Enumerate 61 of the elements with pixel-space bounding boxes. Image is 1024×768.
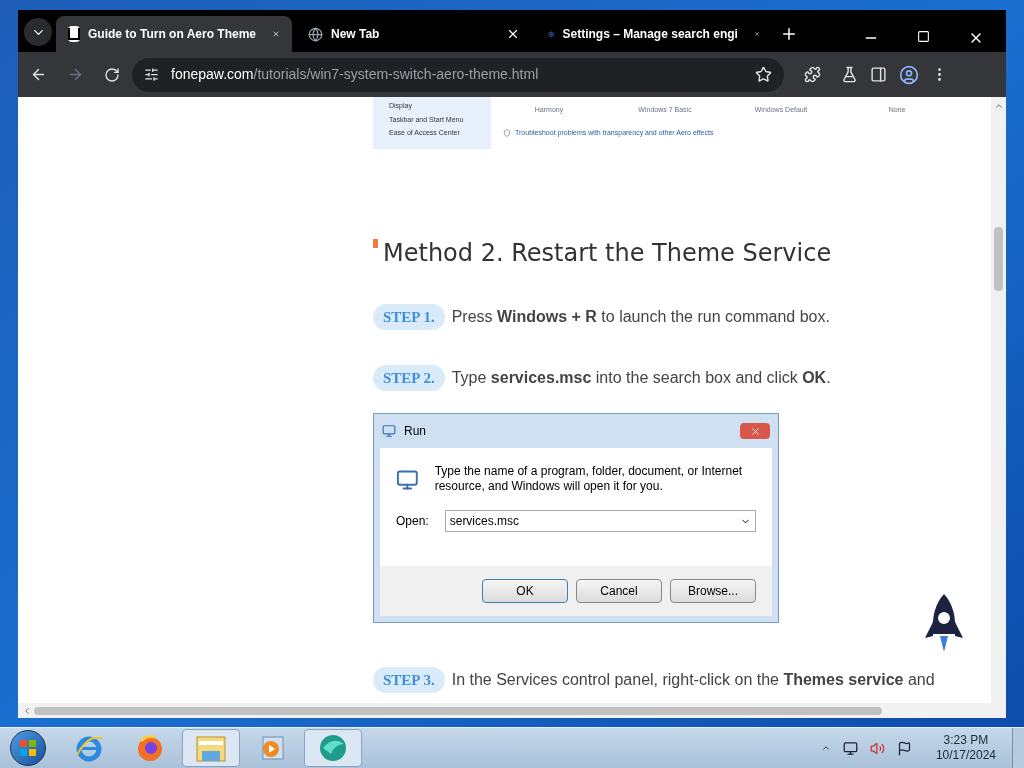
vertical-scrollbar[interactable]	[991, 97, 1006, 703]
open-label: Open:	[396, 513, 429, 530]
play-icon	[259, 735, 285, 761]
flag-icon[interactable]	[896, 740, 912, 756]
site-info-icon[interactable]	[144, 67, 159, 82]
show-hidden-icons[interactable]	[820, 743, 831, 753]
scroll-left-icon[interactable]	[22, 705, 32, 716]
close-icon[interactable]	[506, 27, 520, 41]
forward-icon[interactable]	[67, 66, 84, 83]
side-panel-icon[interactable]	[870, 66, 887, 83]
back-icon[interactable]	[30, 66, 47, 83]
tab-title: Guide to Turn on Aero Theme	[88, 26, 256, 43]
reload-icon[interactable]	[104, 66, 120, 83]
globe-icon	[308, 26, 323, 42]
folder-icon	[195, 733, 227, 763]
tab-search-button[interactable]	[24, 18, 52, 46]
dialog-button[interactable]: Cancel	[576, 579, 662, 603]
heading-marker	[373, 239, 378, 248]
browser-tab[interactable]: New Tab	[296, 16, 532, 52]
address-bar[interactable]: fonepaw.com/tutorials/win7-system-switch-aero-theme.html	[132, 57, 784, 92]
dialog-message: Type the name of a program, folder, document, or Internet resource, and Windows will open it for you.	[434, 464, 744, 494]
open-combobox[interactable]: services.msc	[444, 510, 756, 532]
start-button[interactable]	[10, 730, 46, 766]
clock[interactable]: 3:23 PM 10/17/2024	[935, 733, 996, 763]
scroll-up-icon[interactable]	[993, 101, 1004, 111]
windows-logo-icon	[19, 739, 37, 757]
maximize-icon[interactable]	[917, 30, 930, 43]
close-icon	[749, 425, 761, 437]
dialog-button[interactable]: Browse...	[670, 579, 756, 603]
site-logo-icon	[68, 26, 80, 42]
flask-icon[interactable]	[841, 66, 858, 83]
browser-tab[interactable]: Settings – Manage search engi	[536, 16, 772, 52]
bookmark-star-icon[interactable]	[755, 66, 772, 83]
run-icon	[382, 424, 396, 438]
network-icon[interactable]	[842, 740, 858, 756]
new-tab-icon[interactable]	[780, 25, 798, 43]
program-icon	[396, 468, 419, 492]
step-text: Press Windows + R to launch the run command box.	[451, 307, 830, 327]
tab-title: Settings – Manage search engi	[562, 26, 738, 43]
step-badge: STEP 3.	[373, 667, 445, 693]
browser-tab[interactable]: Guide to Turn on Aero Theme	[56, 16, 292, 52]
dialog-button[interactable]: OK	[482, 579, 568, 603]
profile-icon[interactable]	[899, 64, 919, 85]
taskbar-button[interactable]	[182, 729, 240, 767]
step-text: Type services.msc into the search box and click OK.	[451, 368, 831, 388]
section-heading: Method 2. Restart the Theme Service	[383, 238, 832, 269]
app-orb-icon	[317, 732, 349, 764]
taskbar-button[interactable]	[304, 729, 362, 767]
extensions-icon[interactable]	[804, 66, 821, 83]
scrollbar-thumb[interactable]	[994, 227, 1003, 291]
fox-globe-icon	[135, 733, 165, 763]
horizontal-scrollbar[interactable]	[18, 703, 1006, 718]
step-text: In the Services control panel, right-click on the Themes service and	[451, 670, 935, 690]
dialog-title: Run	[404, 423, 426, 440]
scrollbar-thumb[interactable]	[34, 706, 882, 715]
close-button[interactable]	[740, 423, 770, 439]
step-badge: STEP 2.	[373, 365, 445, 391]
step-badge: STEP 1.	[373, 304, 445, 330]
tab-title: New Tab	[331, 26, 380, 43]
shield-icon	[503, 128, 511, 137]
url-text: fonepaw.com/tutorials/win7-system-switch-aero-theme.html	[171, 65, 540, 84]
